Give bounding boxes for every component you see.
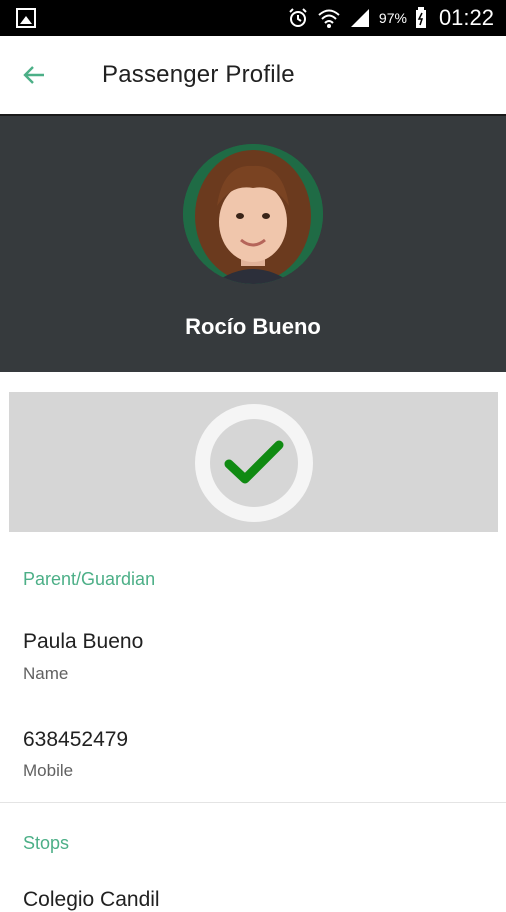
check-icon [223, 438, 285, 488]
battery-icon [415, 7, 427, 29]
back-button[interactable] [14, 55, 54, 95]
battery-percent: 97% [378, 10, 407, 26]
stop-item-partial[interactable]: Colegio Candil [23, 888, 160, 912]
gallery-icon [16, 8, 36, 28]
status-bar: 97% 01:22 [0, 0, 506, 36]
wifi-icon [317, 7, 341, 29]
arrow-left-icon [21, 62, 47, 88]
status-time: 01:22 [438, 5, 494, 30]
guardian-name-value: Paula Bueno [23, 630, 144, 653]
app-bar: Passenger Profile [0, 36, 506, 114]
status-left [16, 8, 36, 28]
page-title: Passenger Profile [102, 61, 295, 88]
check-inner [210, 419, 298, 507]
guardian-name-label: Name [23, 664, 69, 683]
avatar [183, 144, 323, 284]
status-right: 97% 01:22 [287, 5, 494, 31]
signal-icon [349, 7, 371, 29]
profile-header: Rocío Bueno [0, 114, 506, 372]
profile-name: Rocío Bueno [185, 314, 321, 339]
alarm-icon [287, 7, 309, 29]
check-ring [195, 404, 313, 522]
status-panel [9, 392, 498, 532]
guardian-mobile-label: Mobile [23, 761, 74, 780]
section-title-stops: Stops [23, 833, 70, 853]
section-title-parent-guardian: Parent/Guardian [23, 569, 156, 589]
guardian-mobile-value[interactable]: 638452479 [23, 728, 128, 752]
divider [0, 802, 506, 803]
